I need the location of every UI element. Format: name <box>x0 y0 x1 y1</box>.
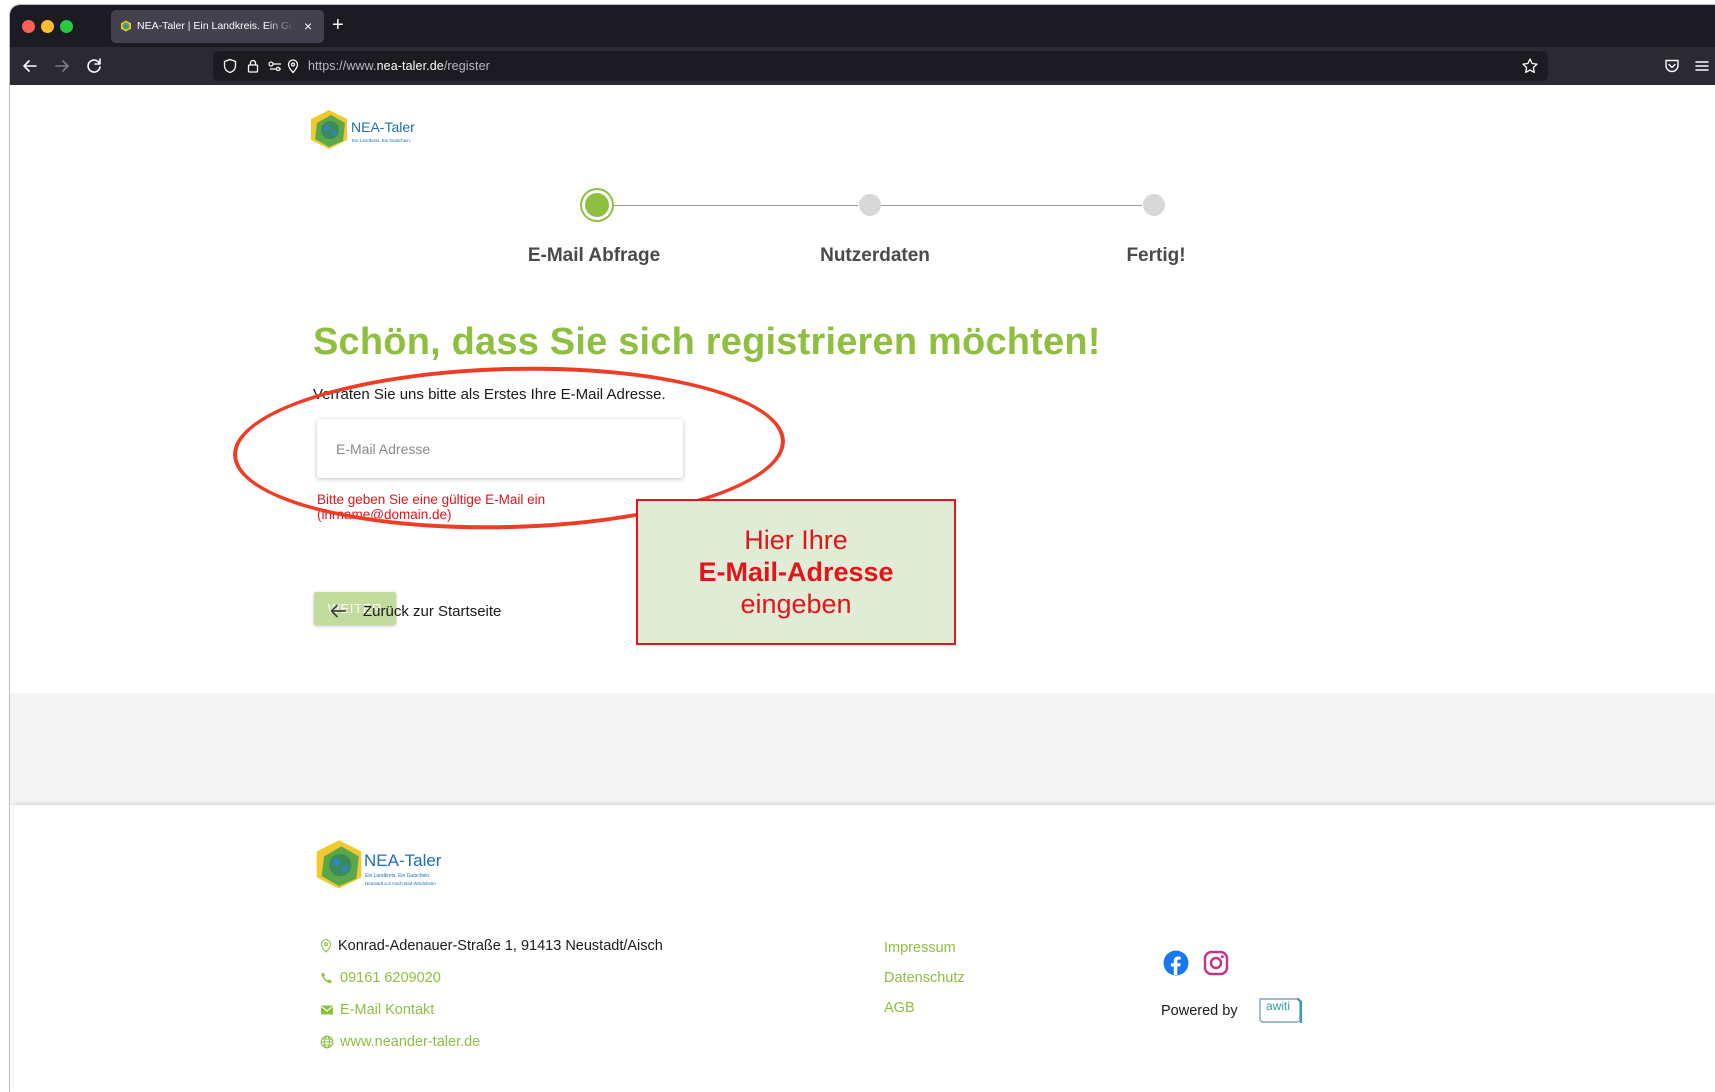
close-window-button[interactable] <box>22 20 35 33</box>
permissions-icon[interactable] <box>267 58 283 74</box>
lock-icon[interactable] <box>245 58 261 74</box>
awiti-brand: awiti <box>1266 999 1291 1013</box>
browser-tab[interactable]: NEA-Taler | Ein Landkreis. Ein Gutschein… <box>111 10 324 43</box>
facebook-icon[interactable] <box>1163 950 1189 976</box>
website-link[interactable]: www.neander-taler.de <box>340 1034 480 1050</box>
footer-address: Konrad-Adenauer-Straße 1, 91413 Neustadt… <box>320 938 663 954</box>
reload-icon[interactable] <box>82 54 106 78</box>
powered-by-label: Powered by <box>1161 1003 1238 1019</box>
impressum-link[interactable]: Impressum <box>884 940 956 956</box>
intro-text: Verraten Sie uns bitte als Erstes Ihre E… <box>313 386 666 403</box>
browser-window: NEA-Taler | Ein Landkreis. Ein Gutschein… <box>10 5 1715 1092</box>
footer-email[interactable]: E-Mail Kontakt <box>320 1002 434 1018</box>
step-dot-userdata <box>859 194 881 216</box>
location-pin-icon[interactable] <box>285 58 301 74</box>
step-dot-email <box>585 193 609 217</box>
callout-line-1: Hier Ihre <box>744 525 848 555</box>
content-divider-band <box>10 693 1715 805</box>
logo-text: NEA-Taler <box>351 119 415 135</box>
address-text: Konrad-Adenauer-Straße 1, 91413 Neustadt… <box>338 938 663 954</box>
back-to-home-link[interactable]: Zurück zur Startseite <box>328 599 501 623</box>
arrow-left-icon <box>330 604 346 618</box>
minimize-window-button[interactable] <box>41 20 54 33</box>
location-pin-icon <box>320 939 332 953</box>
step-label-userdata: Nutzerdaten <box>820 245 930 266</box>
callout-line-2: E-Mail-Adresse <box>698 557 894 587</box>
stepper-line <box>880 205 1142 206</box>
footer: NEA-Taler Ein Landkreis. Ein Gutschein. … <box>14 805 1715 1092</box>
email-field[interactable] <box>317 419 683 478</box>
bookmark-star-icon[interactable] <box>1521 57 1539 75</box>
footer-website[interactable]: www.neander-taler.de <box>320 1034 480 1050</box>
back-arrow-icon[interactable] <box>18 54 42 78</box>
page-content: NEA-Taler Ein Landkreis. Ein Gutschein. … <box>10 85 1715 1092</box>
new-tab-icon[interactable]: + <box>332 14 344 36</box>
back-link-label: Zurück zur Startseite <box>363 602 502 620</box>
hamburger-menu-icon[interactable] <box>1693 57 1711 75</box>
page-title: Schön, dass Sie sich registrieren möchte… <box>313 321 1101 363</box>
tab-title: NEA-Taler | Ein Landkreis. Ein Gutschein… <box>137 20 295 32</box>
step-dot-done <box>1143 194 1165 216</box>
url-bar[interactable]: https://www.nea-taler.de/register <box>213 51 1548 81</box>
logo-slogan: Ein Landkreis. Ein Gutschein. <box>352 138 412 143</box>
globe-icon <box>320 1035 334 1049</box>
footer-logo[interactable]: NEA-Taler Ein Landkreis. Ein Gutschein. … <box>314 839 454 891</box>
footer-logo-slogan: Ein Landkreis. Ein Gutschein. <box>365 873 431 879</box>
annotation-callout: Hier Ihre E-Mail-Adresse eingeben <box>636 499 956 645</box>
email-error-message: Bitte geben Sie eine gültige E-Mail ein … <box>317 492 546 522</box>
url-text[interactable]: https://www.nea-taler.de/register <box>308 59 490 73</box>
phone-link[interactable]: 09161 6209020 <box>340 970 441 986</box>
shield-icon[interactable] <box>222 58 238 74</box>
callout-line-3: eingeben <box>740 589 852 619</box>
footer-logo-region: Neustadt a.d.Aisch-Bad Windsheim <box>365 881 436 886</box>
navigation-bar: https://www.nea-taler.de/register <box>10 47 1715 85</box>
instagram-icon[interactable] <box>1203 950 1229 976</box>
footer-logo-text: NEA-Taler <box>364 851 442 870</box>
nea-taler-logo-icon <box>316 840 362 889</box>
forward-arrow-icon[interactable] <box>50 54 74 78</box>
tab-close-icon[interactable]: × <box>304 18 312 34</box>
mail-icon <box>321 1005 333 1015</box>
nea-taler-favicon-icon <box>121 20 131 32</box>
pocket-icon[interactable] <box>1663 57 1681 75</box>
stepper-line <box>608 205 858 206</box>
maximize-window-button[interactable] <box>60 20 73 33</box>
phone-icon <box>321 972 332 984</box>
agb-link[interactable]: AGB <box>884 1000 915 1016</box>
nea-taler-logo-icon <box>311 110 347 149</box>
email-contact-link[interactable]: E-Mail Kontakt <box>340 1002 434 1018</box>
header-logo[interactable]: NEA-Taler Ein Landkreis. Ein Gutschein. <box>309 109 439 153</box>
step-label-email: E-Mail Abfrage <box>527 245 661 266</box>
tab-bar: NEA-Taler | Ein Landkreis. Ein Gutschein… <box>10 5 1715 47</box>
step-label-done: Fertig! <box>1126 245 1186 266</box>
footer-phone[interactable]: 09161 6209020 <box>320 970 441 986</box>
datenschutz-link[interactable]: Datenschutz <box>884 970 965 986</box>
